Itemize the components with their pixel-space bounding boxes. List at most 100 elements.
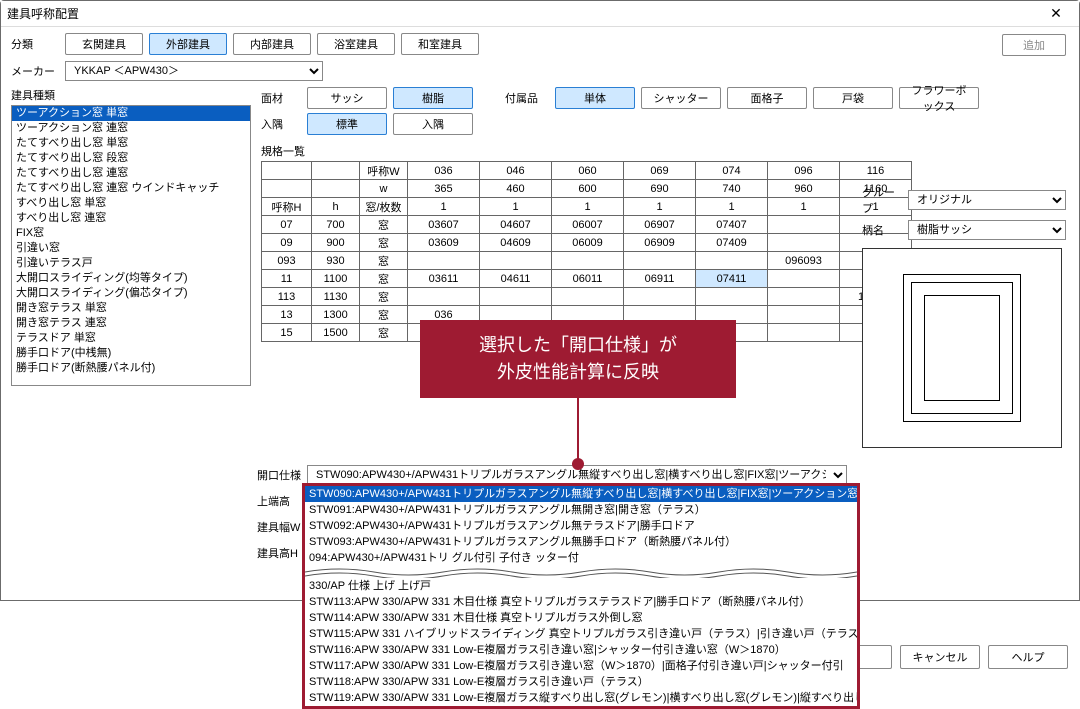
add-button[interactable]: 追加 bbox=[1002, 34, 1066, 56]
dropdown-item[interactable]: 094:APW430+/APW431トリ グル付引 子付き ッター付 bbox=[305, 550, 857, 566]
cell[interactable]: 06909 bbox=[624, 234, 696, 252]
cell[interactable]: 15 bbox=[262, 324, 312, 342]
type-list-item[interactable]: FIX窓 bbox=[12, 226, 250, 241]
cell[interactable]: 窓 bbox=[360, 216, 408, 234]
cell[interactable] bbox=[408, 252, 480, 270]
pattern-select[interactable]: 樹脂サッシ bbox=[908, 220, 1066, 240]
cell[interactable] bbox=[312, 180, 360, 198]
cell[interactable]: 1 bbox=[552, 198, 624, 216]
type-list-item[interactable]: 勝手口ドア(断熱腰パネル付) bbox=[12, 361, 250, 376]
cell[interactable]: 06907 bbox=[624, 216, 696, 234]
cell[interactable]: 1 bbox=[768, 198, 840, 216]
type-list-item[interactable]: 引違いテラス戸 bbox=[12, 256, 250, 271]
cell[interactable]: 1 bbox=[408, 198, 480, 216]
cell[interactable]: 113 bbox=[262, 288, 312, 306]
cell[interactable]: 1 bbox=[696, 198, 768, 216]
cell[interactable]: 1 bbox=[624, 198, 696, 216]
cell[interactable]: 690 bbox=[624, 180, 696, 198]
cell[interactable] bbox=[480, 252, 552, 270]
cell[interactable]: 930 bbox=[312, 252, 360, 270]
type-list-item[interactable]: 勝手口ドア(中桟無) bbox=[12, 346, 250, 361]
cell[interactable]: 窓 bbox=[360, 288, 408, 306]
type-list[interactable]: ツーアクション窓 単窓ツーアクション窓 連窓たてすべり出し窓 単窓たてすべり出し… bbox=[11, 105, 251, 386]
cell[interactable]: 07 bbox=[262, 216, 312, 234]
cell[interactable]: 07409 bbox=[696, 234, 768, 252]
close-button[interactable]: ✕ bbox=[1039, 4, 1073, 24]
cell[interactable] bbox=[312, 162, 360, 180]
cell[interactable]: 036 bbox=[408, 162, 480, 180]
cell[interactable]: 1300 bbox=[312, 306, 360, 324]
cell[interactable]: 900 bbox=[312, 234, 360, 252]
cell[interactable]: h bbox=[312, 198, 360, 216]
cell[interactable]: 窓 bbox=[360, 324, 408, 342]
cell[interactable]: 074 bbox=[696, 162, 768, 180]
cell[interactable]: 093 bbox=[262, 252, 312, 270]
type-list-item[interactable]: たてすべり出し窓 連窓 bbox=[12, 166, 250, 181]
cell[interactable]: 窓/枚数 bbox=[360, 198, 408, 216]
cell[interactable]: 046 bbox=[480, 162, 552, 180]
cell[interactable]: 06007 bbox=[552, 216, 624, 234]
cell[interactable]: 04609 bbox=[480, 234, 552, 252]
cell[interactable]: 1500 bbox=[312, 324, 360, 342]
cell[interactable]: 呼称H bbox=[262, 198, 312, 216]
dropdown-item[interactable]: STW091:APW430+/APW431トリプルガラスアングル無開き窓|開き窓… bbox=[305, 502, 857, 518]
dropdown-item[interactable]: STW116:APW 330/APW 331 Low-E複層ガラス引き違い窓|シ… bbox=[305, 642, 857, 658]
cell[interactable]: 11 bbox=[262, 270, 312, 288]
type-list-item[interactable]: たてすべり出し窓 連窓 ウインドキャッチ bbox=[12, 181, 250, 196]
type-list-item[interactable]: たてすべり出し窓 段窓 bbox=[12, 151, 250, 166]
cell[interactable] bbox=[624, 252, 696, 270]
dropdown-item[interactable]: 330/AP 仕様 上げ 上げ戸 bbox=[305, 578, 857, 594]
accessory-lattice[interactable]: 面格子 bbox=[727, 87, 807, 109]
dropdown-item[interactable]: STW113:APW 330/APW 331 木目仕様 真空トリプルガラステラス… bbox=[305, 594, 857, 610]
resin-button[interactable]: 樹脂 bbox=[393, 87, 473, 109]
cell[interactable]: 04607 bbox=[480, 216, 552, 234]
cell[interactable]: 600 bbox=[552, 180, 624, 198]
accessory-flowerbox[interactable]: フラワーボックス bbox=[899, 87, 979, 109]
group-select[interactable]: オリジナル bbox=[908, 190, 1066, 210]
cell[interactable]: 03609 bbox=[408, 234, 480, 252]
cell[interactable]: 460 bbox=[480, 180, 552, 198]
cell[interactable]: 07411 bbox=[696, 270, 768, 288]
type-list-item[interactable]: 引違い窓 bbox=[12, 241, 250, 256]
cell[interactable] bbox=[624, 288, 696, 306]
cell[interactable] bbox=[768, 216, 840, 234]
cell[interactable]: 740 bbox=[696, 180, 768, 198]
tab-genkan[interactable]: 玄関建具 bbox=[65, 33, 143, 55]
cell[interactable]: 窓 bbox=[360, 252, 408, 270]
accessory-shutter[interactable]: シャッター bbox=[641, 87, 721, 109]
cell[interactable] bbox=[768, 234, 840, 252]
spec-table[interactable]: 呼称W036046060069074096116w365460600690740… bbox=[261, 161, 912, 342]
cell[interactable]: 1 bbox=[480, 198, 552, 216]
cell[interactable]: 096093 bbox=[768, 252, 840, 270]
dropdown-item[interactable]: STW119:APW 330/APW 331 Low-E複層ガラス縦すべり出し窓… bbox=[305, 690, 857, 706]
cell[interactable]: 069 bbox=[624, 162, 696, 180]
cell[interactable]: 窓 bbox=[360, 234, 408, 252]
cell[interactable]: 09 bbox=[262, 234, 312, 252]
dropdown-item[interactable]: STW115:APW 331 ハイブリッドスライディング 真空トリプルガラス引き… bbox=[305, 626, 857, 642]
cell[interactable]: 700 bbox=[312, 216, 360, 234]
cell[interactable]: 096 bbox=[768, 162, 840, 180]
dropdown-item[interactable]: STW090:APW430+/APW431トリプルガラスアングル無縦すべり出し窓… bbox=[305, 486, 857, 502]
dropdown-item[interactable]: STW092:APW430+/APW431トリプルガラスアングル無テラスドア|勝… bbox=[305, 518, 857, 534]
type-list-item[interactable]: テラスドア 単窓 bbox=[12, 331, 250, 346]
cell[interactable]: 365 bbox=[408, 180, 480, 198]
cancel-button[interactable]: キャンセル bbox=[900, 645, 980, 669]
cell[interactable]: 06009 bbox=[552, 234, 624, 252]
cell[interactable] bbox=[552, 288, 624, 306]
cell[interactable]: 1130 bbox=[312, 288, 360, 306]
cell[interactable] bbox=[768, 324, 840, 342]
cell[interactable] bbox=[768, 306, 840, 324]
cell[interactable]: 116 bbox=[840, 162, 912, 180]
cell[interactable] bbox=[768, 288, 840, 306]
cell[interactable] bbox=[696, 288, 768, 306]
cell[interactable]: 呼称W bbox=[360, 162, 408, 180]
cell[interactable] bbox=[696, 252, 768, 270]
type-list-item[interactable]: 開き窓テラス 連窓 bbox=[12, 316, 250, 331]
inset-inset[interactable]: 入隅 bbox=[393, 113, 473, 135]
accessory-single[interactable]: 単体 bbox=[555, 87, 635, 109]
type-list-item[interactable]: ツーアクション窓 単窓 bbox=[12, 106, 250, 121]
type-list-item[interactable]: すべり出し窓 連窓 bbox=[12, 211, 250, 226]
type-list-item[interactable]: 大開口スライディング(均等タイプ) bbox=[12, 271, 250, 286]
cell[interactable]: 060 bbox=[552, 162, 624, 180]
cell[interactable]: 窓 bbox=[360, 306, 408, 324]
